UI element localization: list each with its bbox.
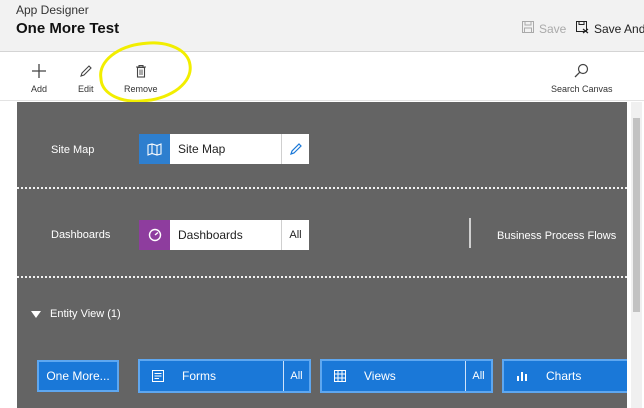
business-process-flows-label: Business Process Flows	[497, 230, 617, 242]
forms-label: Forms	[182, 369, 216, 383]
forms-tile[interactable]: Forms All	[138, 359, 311, 393]
edit-button[interactable]: Edit	[78, 62, 94, 94]
entity-view-label: Entity View (1)	[50, 308, 121, 320]
grid-icon	[328, 370, 352, 382]
app-header: App Designer One More Test Save Save And	[0, 0, 644, 52]
search-icon	[574, 62, 589, 79]
charts-label: Charts	[546, 369, 582, 383]
vertical-divider	[469, 218, 471, 248]
scrollbar-thumb[interactable]	[633, 118, 640, 312]
site-map-row-label: Site Map	[51, 144, 95, 156]
entity-view-toggle[interactable]: Entity View (1)	[31, 308, 121, 320]
dashboards-all-button[interactable]: All	[281, 220, 309, 250]
designer-canvas[interactable]: Site Map Site Map Dashboards Dashboards …	[17, 102, 627, 408]
save-and-close-icon	[576, 21, 589, 37]
edit-label: Edit	[78, 84, 94, 94]
site-map-tile-label: Site Map	[178, 142, 226, 156]
app-title: One More Test	[16, 20, 120, 37]
pencil-icon	[79, 62, 93, 79]
command-bar: Add Edit Remove Search Canvas	[0, 53, 644, 101]
entity-tile[interactable]: One More...	[37, 360, 119, 392]
save-button[interactable]: Save	[522, 21, 566, 36]
add-label: Add	[31, 84, 48, 94]
search-canvas-label: Search Canvas	[551, 84, 613, 94]
views-label: Views	[364, 369, 396, 383]
remove-label: Remove	[124, 84, 158, 94]
section-separator	[17, 187, 627, 189]
remove-button[interactable]: Remove	[124, 62, 158, 94]
floppy-disk-icon	[522, 21, 534, 36]
vertical-scrollbar[interactable]	[631, 102, 642, 408]
add-button[interactable]: Add	[31, 62, 47, 94]
forms-all-button[interactable]: All	[283, 361, 309, 391]
app-designer-label: App Designer	[16, 3, 89, 17]
map-icon	[139, 134, 170, 164]
views-tile[interactable]: Views All	[320, 359, 493, 393]
collapse-triangle-icon	[31, 310, 41, 318]
dashboards-tile[interactable]: Dashboards All	[139, 220, 309, 250]
bar-chart-icon	[510, 370, 534, 382]
views-all-button[interactable]: All	[465, 361, 491, 391]
search-canvas-button[interactable]: Search Canvas	[551, 62, 613, 94]
save-and-close-label: Save And	[594, 22, 644, 36]
form-icon	[146, 370, 170, 382]
pencil-icon	[289, 143, 302, 155]
plus-icon	[32, 62, 46, 79]
dashboards-tile-label: Dashboards	[178, 228, 243, 242]
save-label: Save	[539, 21, 567, 36]
site-map-tile[interactable]: Site Map	[139, 134, 309, 164]
charts-tile[interactable]: Charts	[502, 359, 627, 393]
trash-icon	[135, 62, 147, 79]
save-and-close-button[interactable]: Save And	[576, 21, 644, 37]
dashboards-row-label: Dashboards	[51, 229, 111, 241]
site-map-edit-button[interactable]	[281, 134, 309, 164]
gauge-icon	[139, 220, 170, 250]
section-separator	[17, 276, 627, 278]
